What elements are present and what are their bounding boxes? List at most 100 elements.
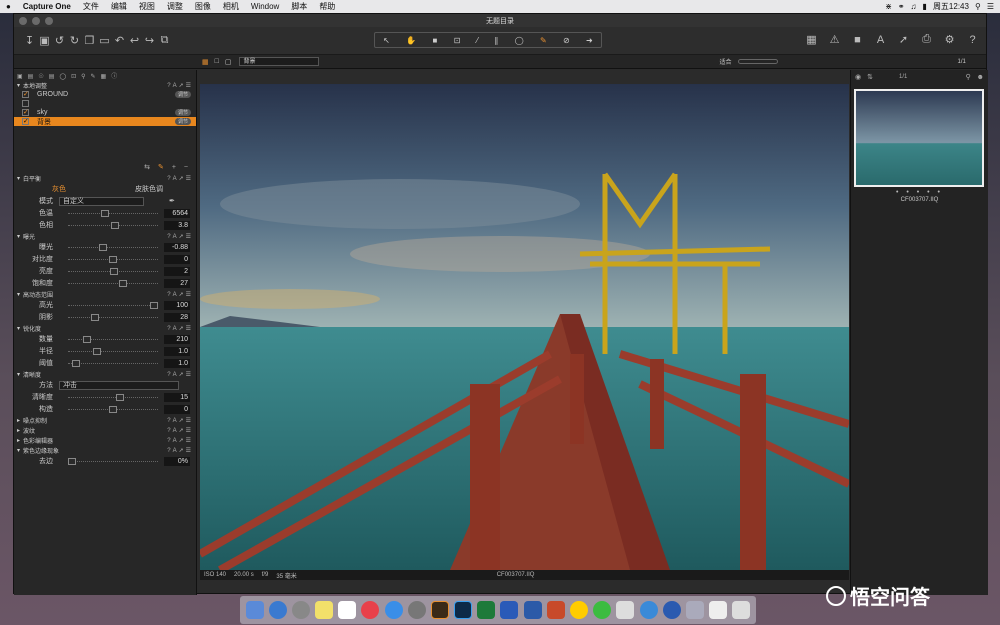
panel-icons[interactable]: ?A➚☰	[167, 291, 193, 298]
loupe-icon[interactable]: ■	[432, 36, 437, 45]
layer-checkbox[interactable]: ✓	[22, 109, 29, 116]
help-icon[interactable]: ?	[965, 32, 980, 47]
user-icon[interactable]: ☻	[977, 74, 984, 81]
print-icon[interactable]: ⎙	[919, 32, 934, 47]
panel-icons[interactable]: ?A➚☰	[167, 437, 193, 444]
clarity-header[interactable]: ▾ 清晰度 ?A➚☰	[14, 369, 196, 379]
trash-dock-icon[interactable]	[732, 601, 751, 619]
layer-checkbox[interactable]	[22, 100, 29, 107]
search-browser-icon[interactable]: ⚲	[965, 73, 970, 81]
reset-icon[interactable]: ↶	[112, 33, 127, 48]
slider-value[interactable]: 1.0	[164, 358, 190, 368]
menu-help[interactable]: 帮助	[313, 1, 341, 12]
layer-row-selected[interactable]: ✓ 背景 调节	[14, 117, 196, 126]
spot-icon[interactable]: ◯	[515, 36, 524, 45]
menu-file[interactable]: 文件	[77, 1, 105, 12]
trash-icon[interactable]: ▭	[97, 33, 112, 48]
moire-header[interactable]: ▸ 波纹 ?A➚☰	[14, 425, 196, 435]
settings-icon[interactable]: ⚙	[942, 32, 957, 47]
slider-knob[interactable]	[150, 302, 158, 309]
variants-icon[interactable]: ⧉	[157, 33, 172, 48]
safari-icon[interactable]	[268, 601, 287, 619]
slider-knob[interactable]	[92, 348, 101, 355]
wifi-icon[interactable]: ⚭	[898, 2, 905, 11]
slider-track[interactable]	[68, 458, 158, 465]
sort-icon[interactable]: ⇅	[867, 73, 873, 81]
menu-edit[interactable]: 编辑	[105, 1, 133, 12]
panel-icons[interactable]: ?A➚☰	[167, 417, 193, 424]
word-icon[interactable]	[523, 601, 542, 619]
system-prefs-icon[interactable]	[407, 601, 426, 619]
slider-value[interactable]: 6564	[164, 208, 190, 218]
music-icon[interactable]	[361, 601, 380, 619]
grid-icon[interactable]: ▦	[804, 32, 819, 47]
layer-options-icon[interactable]: ⇆	[144, 163, 150, 171]
slider-knob[interactable]	[90, 314, 99, 321]
battery-icon[interactable]: ▮	[923, 2, 927, 11]
slider-track[interactable]	[68, 302, 158, 309]
volume-icon[interactable]: ♫	[911, 2, 917, 11]
panel-icons[interactable]: ?A➚☰	[167, 447, 193, 454]
finder-icon[interactable]	[245, 601, 264, 619]
bluetooth-icon[interactable]: ⋇	[885, 2, 892, 11]
remove-layer-icon[interactable]: −	[184, 164, 188, 171]
hand-icon[interactable]: ✋	[406, 36, 416, 45]
slider-knob[interactable]	[110, 222, 119, 229]
slider-value[interactable]: 210	[164, 334, 190, 344]
panel-icons[interactable]: ?A➚☰	[167, 325, 193, 332]
menu-camera[interactable]: 相机	[217, 1, 245, 12]
launchpad-icon[interactable]	[291, 601, 310, 619]
slider-track[interactable]	[68, 406, 158, 413]
slider-track[interactable]	[68, 210, 158, 217]
capture-one-icon[interactable]	[639, 601, 658, 619]
slider-track[interactable]	[68, 348, 158, 355]
thumbnail[interactable]	[854, 89, 984, 187]
brush-tool-icon[interactable]: ✎	[158, 163, 164, 171]
layer-checkbox[interactable]: ✓	[22, 91, 29, 98]
fringe-header[interactable]: ▾ 紫色边缘现象 ?A➚☰	[14, 445, 196, 455]
slider-knob[interactable]	[115, 394, 124, 401]
slider-track[interactable]	[68, 280, 158, 287]
brush-icon[interactable]: ✎	[540, 36, 547, 45]
slider-value[interactable]: 3.8	[164, 220, 190, 230]
mode-select[interactable]: 自定义	[59, 196, 144, 206]
select-cursor-icon[interactable]: ↖	[383, 36, 390, 45]
menu-script[interactable]: 脚本	[285, 1, 313, 12]
panel-icons[interactable]: ?A➚☰	[167, 371, 193, 378]
rotate-left-icon[interactable]: ↺	[52, 33, 67, 48]
warning-icon[interactable]: ⚠	[827, 32, 842, 47]
slider-track[interactable]	[68, 222, 158, 229]
slider-track[interactable]	[68, 244, 158, 251]
proof-icon[interactable]: ■	[850, 32, 865, 47]
grid-view-icon[interactable]: ▦	[202, 58, 209, 66]
hdr-header[interactable]: ▾ 高动态范围 ?A➚☰	[14, 289, 196, 299]
rotate-right-icon[interactable]: ↻	[67, 33, 82, 48]
app-menu[interactable]: Capture One	[17, 2, 77, 11]
rating-dots[interactable]: • • • • •	[851, 187, 988, 197]
keystone-icon[interactable]: ∥	[494, 36, 498, 45]
sharp-header[interactable]: ▾ 锐化度 ?A➚☰	[14, 323, 196, 333]
search-icon[interactable]: ⚲	[975, 2, 981, 11]
clock[interactable]: 周五12:43	[933, 1, 969, 12]
snagit-icon[interactable]	[616, 601, 635, 619]
slider-knob[interactable]	[118, 280, 127, 287]
layer-select[interactable]: 背景	[239, 57, 320, 66]
text-icon[interactable]: A	[873, 32, 888, 47]
add-layer-icon[interactable]: +	[172, 164, 176, 171]
apple-menu-icon[interactable]: ●	[0, 2, 17, 11]
noise-header[interactable]: ▸ 噪点抑制 ?A➚☰	[14, 415, 196, 425]
slider-track[interactable]	[68, 268, 158, 275]
redo-icon[interactable]: ↪	[142, 33, 157, 48]
panel-icons[interactable]: ?A➚☰	[167, 175, 193, 182]
slider-knob[interactable]	[82, 336, 91, 343]
slider-knob[interactable]	[68, 458, 76, 465]
layer-checkbox[interactable]: ✓	[22, 118, 29, 125]
layer-row[interactable]: ✓ GROUND 调节	[14, 90, 196, 99]
slider-track[interactable]	[68, 336, 158, 343]
menu-image[interactable]: 图像	[189, 1, 217, 12]
slider-value[interactable]: -0.88	[164, 242, 190, 252]
tab-gray[interactable]: 灰色	[14, 184, 104, 194]
slider-track[interactable]	[68, 256, 158, 263]
multi-view-icon[interactable]: ▢	[225, 58, 232, 66]
qq-icon[interactable]	[569, 601, 588, 619]
